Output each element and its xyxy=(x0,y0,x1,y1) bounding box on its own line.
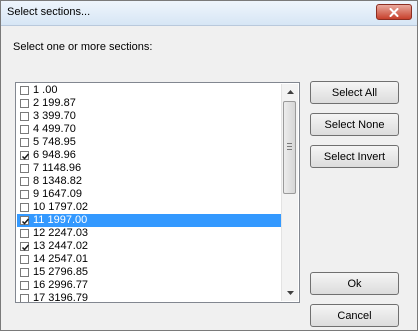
section-checkbox[interactable] xyxy=(20,190,29,199)
section-checkbox[interactable] xyxy=(20,125,29,134)
section-checkbox[interactable] xyxy=(20,281,29,290)
section-checkbox[interactable] xyxy=(20,164,29,173)
section-label: 4 499.70 xyxy=(33,123,76,135)
scroll-down-button[interactable] xyxy=(282,285,298,301)
section-label: 8 1348.82 xyxy=(33,175,82,187)
section-label: 5 748.95 xyxy=(33,136,76,148)
section-checkbox[interactable] xyxy=(20,229,29,238)
sections-listbox[interactable]: 1 .00 2 199.87 3 399.70 4 499.70 5 748.95 6 9… xyxy=(15,82,300,303)
list-item[interactable]: 9 1647.09 xyxy=(17,188,282,201)
section-checkbox[interactable] xyxy=(20,177,29,186)
list-item[interactable]: 12 2247.03 xyxy=(17,227,282,240)
ok-button[interactable]: Ok xyxy=(310,272,399,295)
section-label: 11 1997.00 xyxy=(33,214,88,226)
section-label: 3 399.70 xyxy=(33,110,76,122)
list-item[interactable]: 4 499.70 xyxy=(17,123,282,136)
checkmark-icon xyxy=(21,153,30,160)
title-bar[interactable]: Select sections... xyxy=(1,1,417,26)
select-invert-button[interactable]: Select Invert xyxy=(310,145,399,168)
section-checkbox[interactable] xyxy=(20,99,29,108)
cancel-button[interactable]: Cancel xyxy=(310,304,399,327)
section-label: 15 2796.85 xyxy=(33,266,89,278)
list-item[interactable]: 11 1997.00 xyxy=(17,214,282,227)
list-item[interactable]: 8 1348.82 xyxy=(17,175,282,188)
list-item[interactable]: 14 2547.01 xyxy=(17,253,282,266)
section-checkbox[interactable] xyxy=(20,151,30,160)
list-item[interactable]: 10 1797.02 xyxy=(17,201,282,214)
list-item[interactable]: 1 .00 xyxy=(17,84,282,97)
list-item[interactable]: 5 748.95 xyxy=(17,136,282,149)
list-item[interactable]: 15 2796.85 xyxy=(17,266,282,279)
list-item[interactable]: 13 2447.02 xyxy=(17,240,282,253)
close-icon xyxy=(389,7,399,17)
select-none-button[interactable]: Select None xyxy=(310,113,399,136)
grip-icon xyxy=(287,143,292,150)
list-item[interactable]: 3 399.70 xyxy=(17,110,282,123)
section-label: 10 1797.02 xyxy=(33,201,89,213)
section-checkbox[interactable] xyxy=(20,242,30,251)
checkmark-icon xyxy=(21,218,30,225)
select-all-button[interactable]: Select All xyxy=(310,81,399,104)
section-label: 1 .00 xyxy=(33,84,58,96)
section-label: 2 199.87 xyxy=(33,97,76,109)
instruction-label: Select one or more sections: xyxy=(13,41,153,53)
window-title: Select sections... xyxy=(7,6,91,18)
list-item[interactable]: 16 2996.77 xyxy=(17,279,282,292)
section-checkbox[interactable] xyxy=(20,268,29,277)
section-label: 9 1647.09 xyxy=(33,188,82,200)
section-label: 12 2247.03 xyxy=(33,227,89,239)
scroll-thumb[interactable] xyxy=(283,101,296,194)
list-item[interactable]: 7 1148.96 xyxy=(17,162,282,175)
vertical-scrollbar[interactable] xyxy=(281,84,298,301)
section-checkbox[interactable] xyxy=(20,86,29,95)
list-item[interactable]: 2 199.87 xyxy=(17,97,282,110)
section-checkbox[interactable] xyxy=(20,294,29,302)
list-item[interactable]: 6 948.96 xyxy=(17,149,282,162)
section-label: 6 948.96 xyxy=(33,149,76,161)
sections-list: 1 .00 2 199.87 3 399.70 4 499.70 5 748.95 6 9… xyxy=(17,84,282,303)
section-checkbox[interactable] xyxy=(20,216,30,225)
section-label: 7 1148.96 xyxy=(33,162,82,174)
section-label: 17 3196.79 xyxy=(33,292,89,303)
section-label: 14 2547.01 xyxy=(33,253,89,265)
down-arrow-icon xyxy=(286,291,294,295)
up-arrow-icon xyxy=(286,90,294,94)
list-item[interactable]: 17 3196.79 xyxy=(17,292,282,303)
scroll-up-button[interactable] xyxy=(282,84,298,100)
close-button[interactable] xyxy=(376,4,412,20)
section-checkbox[interactable] xyxy=(20,138,29,147)
checkmark-icon xyxy=(21,244,30,251)
section-checkbox[interactable] xyxy=(20,203,29,212)
select-sections-dialog: Select sections... Select one or more se… xyxy=(0,0,418,331)
section-label: 16 2996.77 xyxy=(33,279,89,291)
section-checkbox[interactable] xyxy=(20,112,29,121)
section-label: 13 2447.02 xyxy=(33,240,89,252)
section-checkbox[interactable] xyxy=(20,255,29,264)
